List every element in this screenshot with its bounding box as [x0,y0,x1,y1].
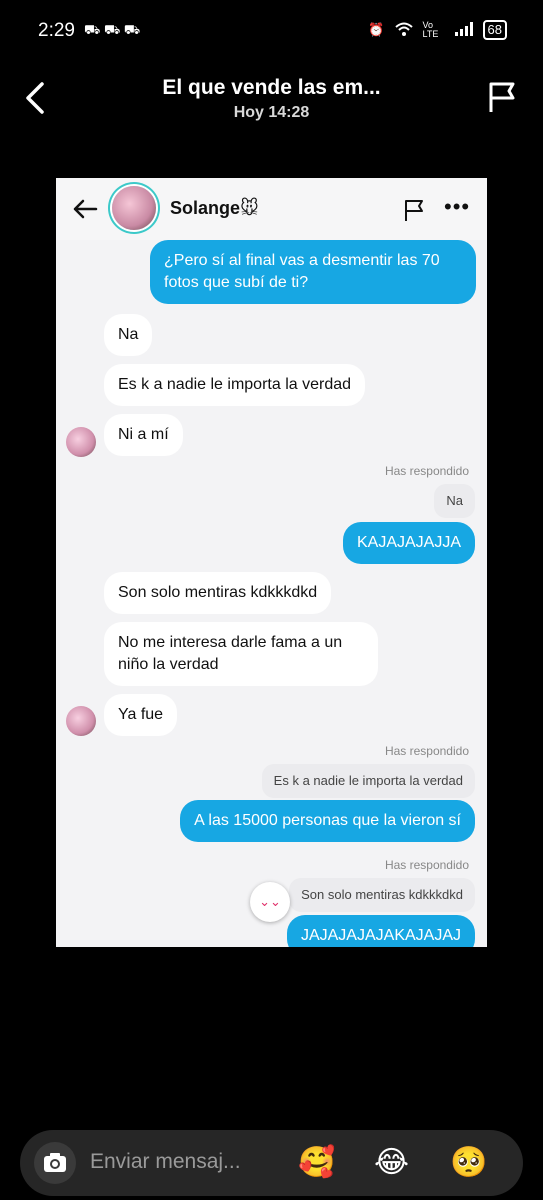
camera-button[interactable] [34,1142,76,1184]
status-bar: 2:29 ⛟ ⛟ ⛟ ⏰ Vo LTE 68 [0,0,543,62]
chat-subtitle: Hoy 14:28 [233,104,310,121]
shared-screenshot[interactable]: Solange🐭 ••• ¿Pero sí al final vas a des… [56,178,487,947]
replied-label: Has respondido [384,744,469,758]
embedded-flag-icon [405,200,423,221]
emoji-hearts-face[interactable]: 🥰 [298,1144,335,1182]
status-right: ⏰ Vo LTE 68 [368,20,507,40]
notification-icons: ⛟ ⛟ ⛟ [84,22,141,37]
bottom-bar: Enviar mensaj... 🥰 😂 🥺 [0,1126,543,1200]
contact-mini-avatar [66,427,96,457]
emoji-pleading-face[interactable]: 🥺 [450,1144,487,1182]
network-label: Vo LTE [422,20,439,39]
message-incoming: No me interesa darle fama a un niño la v… [104,622,378,686]
message-incoming: Ya fue [104,694,178,736]
embedded-back-arrow-icon [73,199,98,219]
contact-mini-avatar [66,706,96,736]
message-outgoing: A las 15000 personas que la vieron sí [180,800,475,842]
replied-label: Has respondido [384,464,469,478]
chat-header: El que vende las em... Hoy 14:28 [0,62,543,132]
signal-icon [454,21,473,39]
flag-icon[interactable] [487,80,517,114]
message-outgoing: JAJAJAJAJAKAJAJAJ [286,915,475,947]
more-options-icon: ••• [444,194,471,219]
message-incoming: Es k a nadie le importa la verdad [104,364,366,406]
reply-preview: Es k a nadie le importa la verdad [261,764,475,798]
camera-icon [44,1153,66,1172]
scroll-down-button[interactable]: ⌄⌄ [250,882,290,922]
embedded-chat-header: Solange🐭 ••• [56,178,487,240]
message-composer[interactable]: Enviar mensaj... 🥰 😂 🥺 [20,1130,523,1196]
wifi-icon [394,22,413,39]
message-incoming: Son solo mentiras kdkkkdkd [104,572,332,614]
chat-title[interactable]: El que vende las em... [0,76,543,100]
status-time: 2:29 [38,20,75,41]
replied-label: Has respondido [384,858,469,872]
contact-name: Solange🐭 [170,198,259,218]
reply-preview: Na [434,484,475,518]
alarm-icon: ⏰ [368,22,385,37]
message-incoming: Na [104,314,153,356]
double-chevron-down-icon: ⌄⌄ [259,894,281,909]
reply-preview: Son solo mentiras kdkkkdkd [289,878,475,912]
message-outgoing: KAJAJAJAJJA [342,522,475,564]
contact-avatar [112,186,156,230]
message-incoming: Ni a mí [104,414,183,456]
battery-indicator: 68 [482,20,507,40]
message-outgoing: ¿Pero sí al final vas a desmentir las 70… [150,240,476,304]
message-input[interactable]: Enviar mensaj... [90,1150,241,1174]
emoji-tears-of-joy[interactable]: 😂 [374,1144,409,1182]
